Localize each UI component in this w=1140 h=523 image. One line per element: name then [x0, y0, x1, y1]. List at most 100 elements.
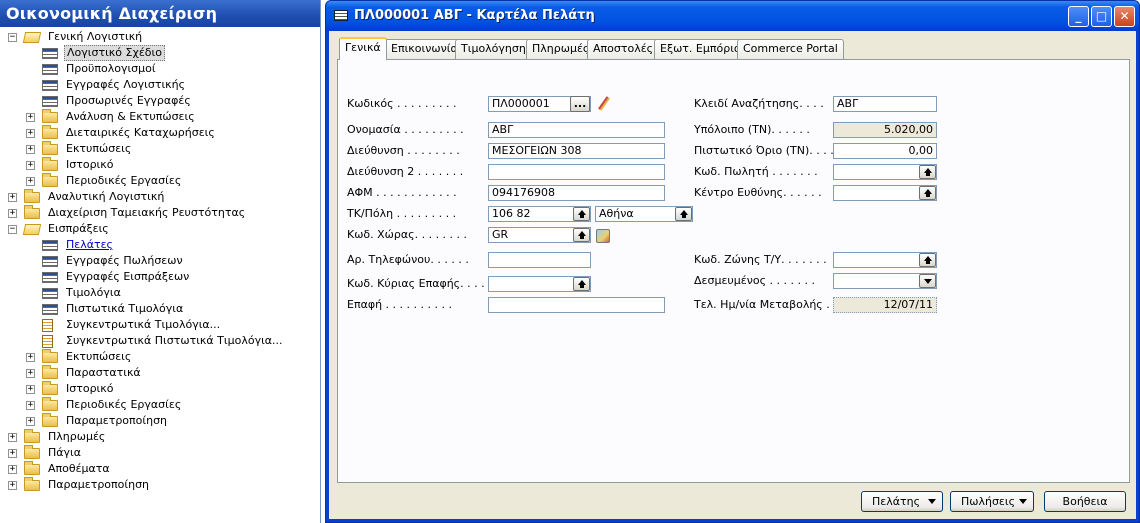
tree-item[interactable]: Τιμολόγια — [0, 285, 320, 301]
expand-icon[interactable]: + — [26, 353, 35, 362]
responsibility-center-field[interactable] — [833, 185, 937, 201]
expand-icon[interactable]: + — [26, 129, 35, 138]
tree-item[interactable]: + Ιστορικό — [0, 157, 320, 173]
city-value: Αθήνα — [599, 207, 634, 220]
name-field[interactable]: ΑΒΓ — [488, 122, 665, 138]
expand-icon[interactable]: + — [8, 481, 17, 490]
tree-item[interactable]: + Ιστορικό — [0, 381, 320, 397]
expand-icon[interactable]: + — [26, 385, 35, 394]
expand-icon[interactable]: + — [8, 433, 17, 442]
responsibility-center-lookup-button[interactable] — [919, 186, 936, 200]
salesperson-field[interactable] — [833, 164, 937, 180]
customer-card-window: ΠΛ000001 ΑΒΓ - Καρτέλα Πελάτη _ □ ✕ Γενι… — [325, 0, 1140, 523]
tab-foreign-trade[interactable]: Εξωτ. Εμπόριο — [654, 39, 747, 59]
expand-icon[interactable]: + — [26, 417, 35, 426]
postcode-lookup-button[interactable] — [573, 207, 590, 221]
search-key-field[interactable]: ΑΒΓ — [833, 96, 937, 112]
expand-icon[interactable]: + — [26, 177, 35, 186]
tree-item[interactable]: Προσωρινές Εγγραφές — [0, 93, 320, 109]
tree-item[interactable]: + Εκτυπώσεις — [0, 349, 320, 365]
tree-item[interactable]: Λογιστικό Σχέδιο — [0, 45, 320, 61]
expand-icon[interactable]: + — [26, 161, 35, 170]
tree-item[interactable]: + Παραμετροποίηση — [0, 413, 320, 429]
sales-menu-button[interactable]: Πωλήσεις — [950, 491, 1034, 512]
salesperson-lookup-button[interactable] — [919, 165, 936, 179]
tree-item[interactable]: Εγγραφές Λογιστικής — [0, 77, 320, 93]
maximize-button[interactable]: □ — [1091, 6, 1112, 27]
tab-commerce-portal[interactable]: Commerce Portal — [737, 39, 844, 59]
expand-icon[interactable]: + — [8, 193, 17, 202]
chevron-down-icon[interactable] — [919, 274, 936, 288]
tree-item[interactable]: + Περιοδικές Εργασίες — [0, 173, 320, 189]
map-icon[interactable] — [596, 229, 610, 243]
phone-field[interactable] — [488, 252, 591, 268]
close-button[interactable]: ✕ — [1114, 6, 1135, 27]
city-field[interactable]: Αθήνα — [595, 206, 693, 222]
contact-label: Επαφή . . . . . . . . . . — [347, 298, 452, 311]
blocked-select[interactable] — [833, 273, 937, 289]
tree-item[interactable]: + Διεταιρικές Καταχωρήσεις — [0, 125, 320, 141]
tree-item[interactable]: + Παραμετροποίηση — [0, 477, 320, 493]
tree-item[interactable]: + Αποθέματα — [0, 461, 320, 477]
tab-general[interactable]: Γενικά — [339, 37, 387, 60]
credit-limit-field[interactable]: 0,00 — [833, 143, 937, 159]
phone-label: Αρ. Τηλεφώνου. . . . . . — [347, 253, 469, 266]
tree-item-label: Περιοδικές Εργασίες — [66, 174, 182, 187]
tab-shipping[interactable]: Αποστολές — [587, 39, 660, 59]
tree-item[interactable]: Πιστωτικά Τιμολόγια — [0, 301, 320, 317]
tree-item[interactable]: Εγγραφές Πωλήσεων — [0, 253, 320, 269]
postcode-field[interactable]: 106 82 — [488, 206, 591, 222]
tree-item[interactable]: + Ανάλυση & Εκτυπώσεις — [0, 109, 320, 125]
address-field[interactable]: ΜΕΣΟΓΕΙΩΝ 308 — [488, 143, 665, 159]
zone-code-field[interactable] — [833, 252, 937, 268]
tree-item[interactable]: + Πάγια — [0, 445, 320, 461]
window-titlebar[interactable]: ΠΛ000001 ΑΒΓ - Καρτέλα Πελάτη _ □ ✕ — [326, 1, 1139, 31]
folder-open-icon — [22, 32, 42, 43]
tab-communication[interactable]: Επικοινωνία — [385, 39, 464, 59]
balance-field[interactable]: 5.020,00 — [833, 122, 937, 138]
expand-icon[interactable]: + — [8, 209, 17, 218]
last-modified-field[interactable]: 12/07/11 — [833, 297, 937, 313]
vat-field[interactable]: 094176908 — [488, 185, 665, 201]
contact-field[interactable] — [488, 297, 665, 313]
tree-item[interactable]: Εγγραφές Εισπράξεων — [0, 269, 320, 285]
country-field[interactable]: GR — [488, 227, 591, 243]
country-lookup-button[interactable] — [573, 228, 590, 242]
contact-code-lookup-button[interactable] — [573, 277, 590, 291]
tree-item[interactable]: + Αναλυτική Λογιστική — [0, 189, 320, 205]
zone-code-lookup-button[interactable] — [919, 253, 936, 267]
address2-field[interactable] — [488, 164, 665, 180]
country-value: GR — [492, 228, 509, 241]
tree-item[interactable]: Πελάτες — [0, 237, 320, 253]
expand-icon[interactable]: + — [26, 401, 35, 410]
customer-menu-button[interactable]: Πελάτης — [861, 491, 943, 512]
tree-item[interactable]: + Πληρωμές — [0, 429, 320, 445]
code-assist-button[interactable]: ... — [570, 96, 590, 112]
collapse-icon[interactable]: − — [8, 225, 17, 234]
tree-item[interactable]: + Εκτυπώσεις — [0, 141, 320, 157]
help-button[interactable]: Βοήθεια — [1044, 491, 1126, 512]
expand-icon[interactable]: + — [26, 113, 35, 122]
tree-item[interactable]: Συγκεντρωτικά Τιμολόγια... — [0, 317, 320, 333]
tree-item[interactable]: + Περιοδικές Εργασίες — [0, 397, 320, 413]
tree-item[interactable]: − Γενική Λογιστική — [0, 29, 320, 45]
tab-payments[interactable]: Πληρωμές — [526, 39, 596, 59]
collapse-icon[interactable]: − — [8, 33, 17, 42]
folder-icon — [24, 461, 40, 475]
tree-item[interactable]: − Εισπράξεις — [0, 221, 320, 237]
city-lookup-button[interactable] — [675, 207, 692, 221]
tree-item[interactable]: + Παραστατικά — [0, 365, 320, 381]
expand-icon[interactable]: + — [26, 369, 35, 378]
tree-item[interactable]: + Διαχείριση Ταμειακής Ρευστότητας — [0, 205, 320, 221]
tree-item[interactable]: Συγκεντρωτικά Πιστωτικά Τιμολόγια... — [0, 333, 320, 349]
expand-icon[interactable]: + — [26, 145, 35, 154]
minimize-button[interactable]: _ — [1068, 6, 1089, 27]
tree-item-label: Ανάλυση & Εκτυπώσεις — [66, 110, 195, 123]
contact-code-field[interactable] — [488, 276, 591, 292]
tab-invoicing[interactable]: Τιμολόγηση — [455, 39, 532, 59]
tree-item[interactable]: Προϋπολογισμοί — [0, 61, 320, 77]
edit-pencil-icon[interactable] — [596, 96, 610, 112]
navigation-pane-title: Οικονομική Διαχείριση — [0, 0, 320, 27]
expand-icon[interactable]: + — [8, 449, 17, 458]
expand-icon[interactable]: + — [8, 465, 17, 474]
